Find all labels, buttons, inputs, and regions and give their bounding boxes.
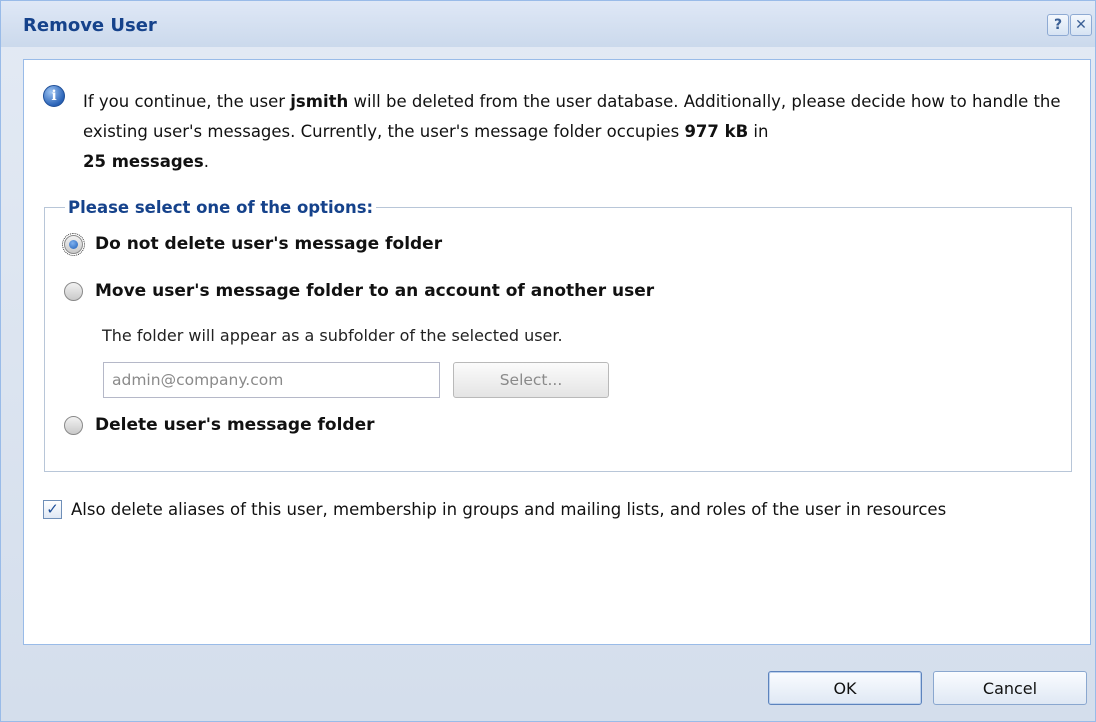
target-user-input[interactable] bbox=[103, 362, 440, 398]
option-label: Do not delete user's message folder bbox=[95, 234, 443, 254]
select-user-button[interactable]: Select... bbox=[453, 362, 609, 398]
remove-user-dialog: Remove User ? ✕ i If you continue, the u… bbox=[0, 0, 1096, 722]
option-label: Move user's message folder to an account… bbox=[95, 281, 655, 301]
dialog-title: Remove User bbox=[23, 15, 157, 36]
dialog-titlebar: Remove User ? ✕ bbox=[1, 1, 1095, 47]
option-label: Delete user's message folder bbox=[95, 415, 375, 435]
info-icon: i bbox=[43, 85, 65, 107]
help-button[interactable]: ? bbox=[1047, 14, 1069, 36]
message-count: 25 messages bbox=[83, 152, 204, 171]
also-delete-row[interactable]: ✓ Also delete aliases of this user, memb… bbox=[43, 500, 946, 519]
also-delete-checkbox[interactable]: ✓ bbox=[43, 500, 62, 519]
dialog-body: i If you continue, the user jsmith will … bbox=[23, 59, 1091, 645]
question-mark-icon: ? bbox=[1053, 17, 1063, 33]
radio-move-folder[interactable] bbox=[64, 281, 83, 301]
username: jsmith bbox=[290, 92, 349, 111]
info-message: If you continue, the user jsmith will be… bbox=[83, 92, 1061, 171]
close-button[interactable]: ✕ bbox=[1070, 14, 1092, 36]
ok-button[interactable]: OK bbox=[768, 671, 922, 705]
options-legend: Please select one of the options: bbox=[68, 198, 374, 217]
radio-do-not-delete[interactable] bbox=[62, 232, 85, 256]
option-delete-folder[interactable]: Delete user's message folder bbox=[64, 415, 375, 435]
folder-size: 977 kB bbox=[684, 122, 749, 141]
option-do-not-delete[interactable]: Do not delete user's message folder bbox=[62, 232, 443, 256]
close-icon: ✕ bbox=[1075, 17, 1087, 33]
radio-delete-folder[interactable] bbox=[64, 415, 83, 435]
option-move-folder[interactable]: Move user's message folder to an account… bbox=[64, 281, 654, 301]
cancel-button[interactable]: Cancel bbox=[933, 671, 1087, 705]
also-delete-label: Also delete aliases of this user, member… bbox=[71, 500, 947, 519]
move-folder-hint: The folder will appear as a subfolder of… bbox=[102, 326, 563, 345]
